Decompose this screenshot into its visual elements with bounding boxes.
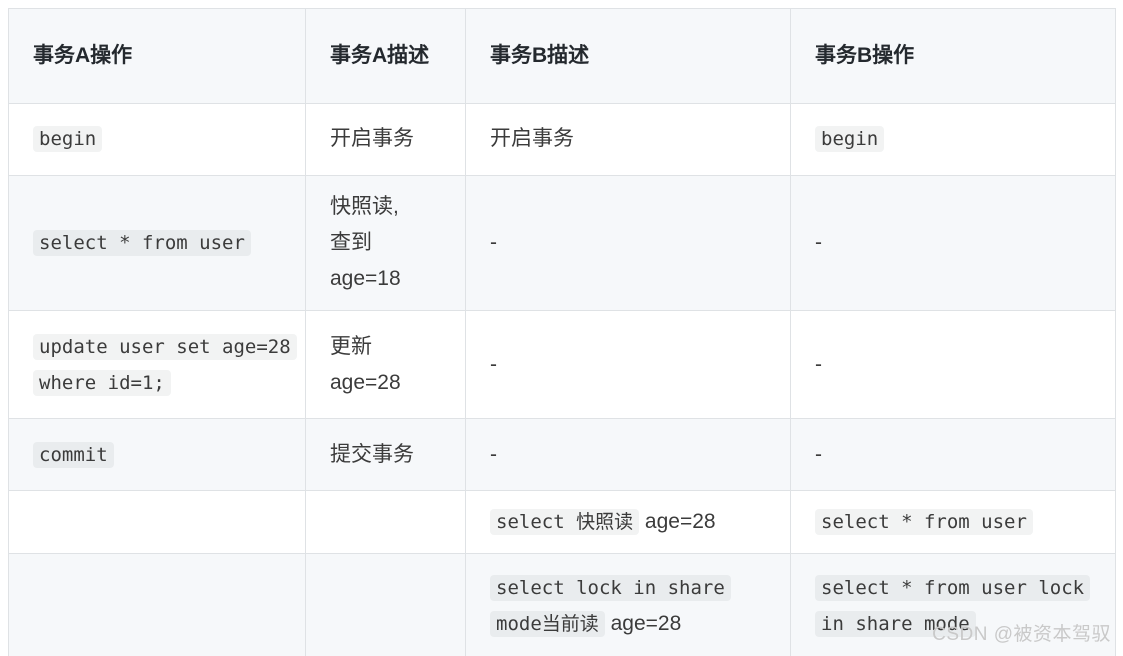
table-row: begin 开启事务 开启事务 begin [8,103,1116,176]
cell-a-operation: begin [8,103,306,176]
cell-b-description: - [465,174,791,312]
table-row: select * from user 快照读, 查到 age=18 - - [8,174,1116,312]
cell-a-description: 快照读, 查到 age=18 [305,174,466,312]
cell-b-operation: select * from user [790,490,1116,555]
code-span-b-operation: begin [815,126,885,153]
table-body: begin 开启事务 开启事务 begin select * from user… [8,103,1116,656]
page-root: 事务A操作 事务A描述 事务B描述 事务B操作 begin 开启事务 开启事务 … [0,0,1123,656]
code-span-a-operation: select * from user [33,230,251,257]
table-header-row: 事务A操作 事务A描述 事务B描述 事务B操作 [8,8,1116,104]
cell-b-description: select 快照读 age=28 [465,490,791,555]
cell-b-operation: - [790,174,1116,312]
column-header-a-operation: 事务A操作 [8,8,306,104]
cell-a-operation: select * from user [8,174,306,312]
code-span-a-operation: begin [33,126,103,153]
code-span-b-operation: select * from user lock in share mode [815,574,1091,637]
text-b-description-tail: age=28 [639,510,716,534]
cell-b-operation: - [790,310,1116,420]
text-b-description-tail: age=28 [604,611,682,635]
cell-a-description: 开启事务 [305,103,466,176]
cell-a-operation [8,490,306,555]
cell-b-operation: select * from user lock in share mode [790,553,1116,656]
cell-a-operation [8,553,306,656]
cell-b-description: - [465,418,791,492]
column-header-b-description: 事务B描述 [465,8,791,104]
transaction-comparison-table: 事务A操作 事务A描述 事务B描述 事务B操作 begin 开启事务 开启事务 … [8,8,1116,656]
cell-a-operation: update user set age=28 where id=1; [8,310,306,420]
table-row: select lock in share mode当前读 age=28 sele… [8,553,1116,656]
code-span-b-description: select 快照读 [490,509,640,536]
code-span-a-operation: commit [33,441,114,468]
cell-b-operation: begin [790,103,1116,176]
table-row: update user set age=28 where id=1; 更新 ag… [8,310,1116,420]
table-row: select 快照读 age=28 select * from user [8,490,1116,555]
table-row: commit 提交事务 - - [8,418,1116,492]
cell-b-description: select lock in share mode当前读 age=28 [465,553,791,656]
cell-b-operation: - [790,418,1116,492]
column-header-b-operation: 事务B操作 [790,8,1116,104]
code-span-a-operation: update user set age=28 where id=1; [33,333,297,396]
table-header: 事务A操作 事务A描述 事务B描述 事务B操作 [8,8,1116,104]
cell-b-description: - [465,310,791,420]
cell-a-description [305,553,466,656]
cell-a-description: 提交事务 [305,418,466,492]
cell-a-description [305,490,466,555]
cell-a-operation: commit [8,418,306,492]
code-span-b-operation: select * from user [815,509,1033,536]
column-header-a-description: 事务A描述 [305,8,466,104]
cell-a-description: 更新 age=28 [305,310,466,420]
cell-b-description: 开启事务 [465,103,791,176]
